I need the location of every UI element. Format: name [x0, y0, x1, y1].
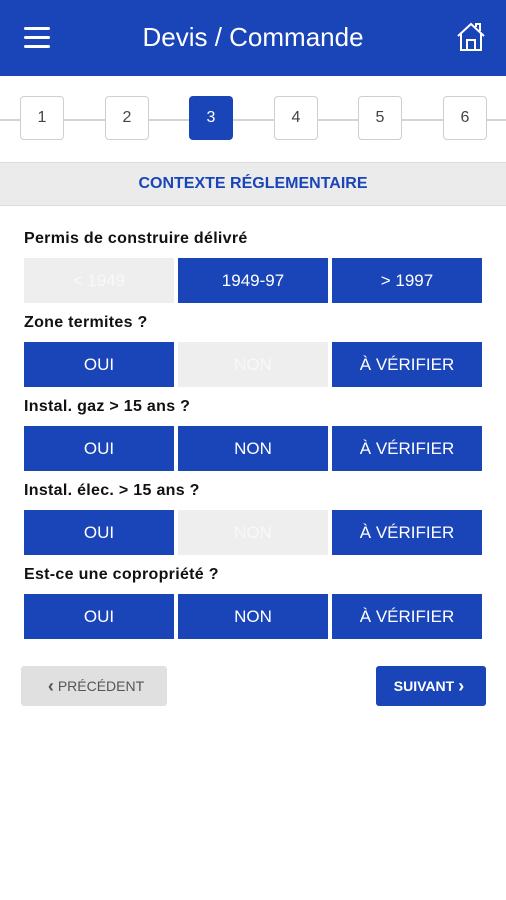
step-6[interactable]: 6 — [443, 96, 487, 140]
next-button-label: SUIVANT — [393, 678, 455, 694]
question-electric-install: Instal. élec. > 15 ans ? — [24, 482, 200, 499]
chevron-left-icon: ‹ — [47, 675, 54, 696]
home-icon[interactable] — [454, 20, 488, 54]
step-connector-line — [0, 119, 506, 121]
option-group-co-ownership: OUI NON À VÉRIFIER — [24, 594, 482, 639]
navigation-row: ‹ PRÉCÉDENT SUIVANT › — [0, 666, 506, 726]
option-oui[interactable]: OUI — [24, 510, 174, 555]
step-5[interactable]: 5 — [358, 96, 402, 140]
section-title: CONTEXTE RÉGLEMENTAIRE — [0, 162, 506, 206]
step-3[interactable]: 3 — [189, 96, 233, 140]
option-a-verifier[interactable]: À VÉRIFIER — [332, 510, 482, 555]
option-group-building-permit: < 1949 1949-97 > 1997 — [24, 258, 482, 303]
option-non[interactable]: NON — [178, 426, 328, 471]
page-title: Devis / Commande — [142, 22, 364, 52]
question-termite-zone: Zone termites ? — [24, 314, 148, 331]
option-group-gas-install: OUI NON À VÉRIFIER — [24, 426, 482, 471]
option-oui[interactable]: OUI — [24, 594, 174, 639]
step-2[interactable]: 2 — [105, 96, 149, 140]
app-header: Devis / Commande — [0, 0, 506, 76]
option-non[interactable]: NON — [178, 342, 328, 387]
chevron-right-icon: › — [458, 675, 465, 696]
option-oui[interactable]: OUI — [24, 342, 174, 387]
question-building-permit: Permis de construire délivré — [24, 230, 248, 247]
option-a-verifier[interactable]: À VÉRIFIER — [332, 594, 482, 639]
option-non[interactable]: NON — [178, 510, 328, 555]
option-a-verifier[interactable]: À VÉRIFIER — [332, 342, 482, 387]
option-before-1949[interactable]: < 1949 — [24, 258, 174, 303]
previous-button[interactable]: ‹ PRÉCÉDENT — [21, 666, 167, 706]
previous-button-label: PRÉCÉDENT — [57, 678, 145, 694]
question-gas-install: Instal. gaz > 15 ans ? — [24, 398, 191, 415]
option-a-verifier[interactable]: À VÉRIFIER — [332, 426, 482, 471]
option-group-electric-install: OUI NON À VÉRIFIER — [24, 510, 482, 555]
questions-form: Permis de construire délivré < 1949 1949… — [0, 206, 506, 639]
next-button[interactable]: SUIVANT › — [376, 666, 486, 706]
question-co-ownership: Est-ce une copropriété ? — [24, 566, 219, 583]
option-after-1997[interactable]: > 1997 — [332, 258, 482, 303]
option-group-termite-zone: OUI NON À VÉRIFIER — [24, 342, 482, 387]
step-4[interactable]: 4 — [274, 96, 318, 140]
option-non[interactable]: NON — [178, 594, 328, 639]
step-indicator: 1 2 3 4 5 6 — [0, 76, 506, 162]
option-oui[interactable]: OUI — [24, 426, 174, 471]
step-1[interactable]: 1 — [20, 96, 64, 140]
option-1949-97[interactable]: 1949-97 — [178, 258, 328, 303]
